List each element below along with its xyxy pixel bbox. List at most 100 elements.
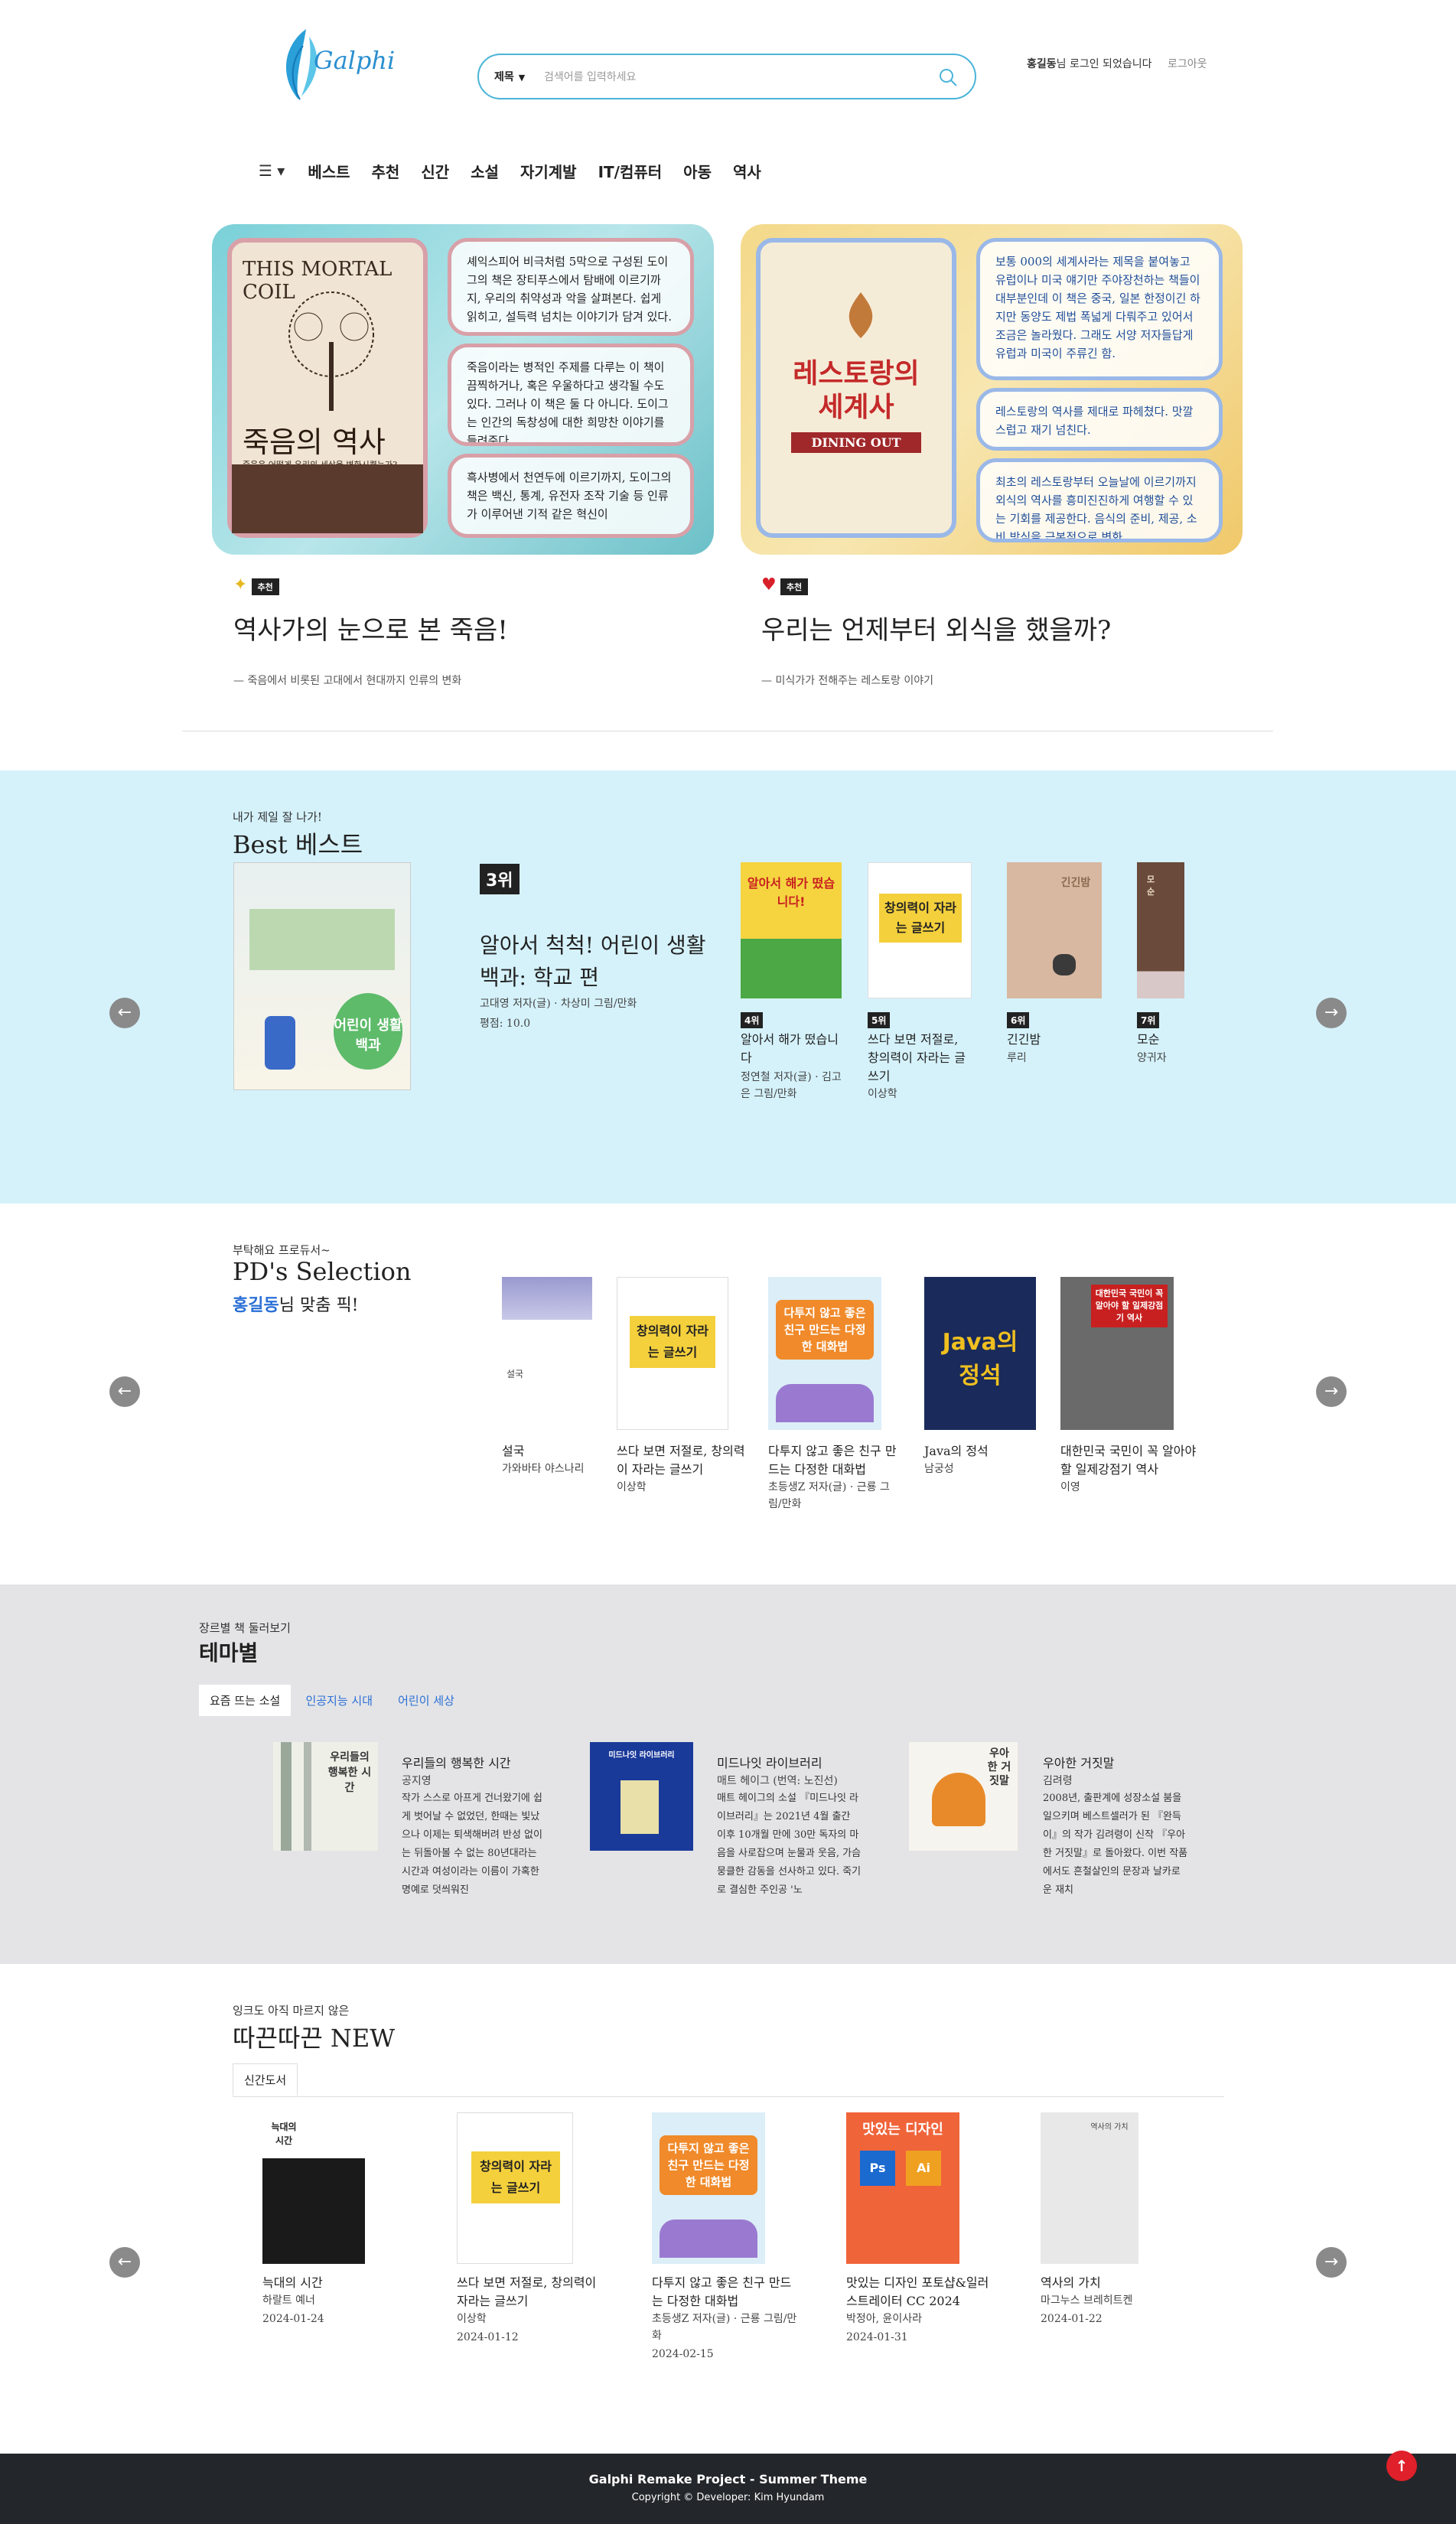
login-status: 홍길동님 로그인 되었습니다 (1027, 56, 1151, 71)
search-icon[interactable] (936, 66, 959, 89)
arrow-right-icon[interactable]: → (1316, 1376, 1347, 1407)
book-cover[interactable]: 우아한 거짓말 (909, 1742, 1018, 1851)
featured-book-title[interactable]: 알아서 척척! 어린이 생활백과: 학교 편 (480, 930, 717, 994)
search-type-select[interactable]: 제목 ▼ (494, 69, 525, 84)
book-title[interactable]: 모순 (1137, 1031, 1159, 1049)
featured-book-cover[interactable]: 어린이 생활백과 (233, 862, 411, 1090)
nav-item-it[interactable]: IT/컴퓨터 (598, 160, 663, 182)
book-title[interactable]: 설국 (502, 1442, 524, 1461)
cover-text: 다투지 않고 좋은 친구 만드는 다정한 대화법 (660, 2135, 757, 2195)
nav-item-novel[interactable]: 소설 (471, 160, 499, 182)
book-cover[interactable]: 긴긴밤 (1007, 862, 1102, 998)
tab-new-books[interactable]: 신간도서 (233, 2063, 298, 2096)
tab-ai-era[interactable]: 인공지능 시대 (295, 1685, 383, 1716)
book-author: 마그누스 브레히트켄 (1041, 2294, 1133, 2307)
cover-text: 대한민국 국민이 꼭 알아야 할 일제강점기 역사 (1091, 1285, 1168, 1327)
tree-illustration (304, 1742, 311, 1851)
book-title[interactable]: 쓰다 보면 저절로, 창의력이 자라는 글쓰기 (617, 1442, 751, 1479)
nav-item-recommend[interactable]: 추천 (372, 160, 400, 182)
recommend-badge: 추천 (780, 578, 809, 595)
review-bubble: 흑사병에서 천연두에 이르기까지, 도이그의 책은 백신, 통계, 유전자 조작… (448, 454, 694, 538)
theme-section: 장르별 책 둘러보기 테마별 요즘 뜨는 소설 인공지능 시대 어린이 세상 우… (0, 1584, 1456, 1964)
nav-item-self-help[interactable]: 자기계발 (520, 160, 577, 182)
book-cover[interactable]: 다투지 않고 좋은 친구 만드는 다정한 대화법 (768, 1277, 881, 1430)
nav-item-history[interactable]: 역사 (733, 160, 761, 182)
arrow-left-icon[interactable]: ← (109, 1376, 140, 1407)
hamburger-icon[interactable]: ☰ ▾ (259, 161, 285, 180)
review-bubble: 셰익스피어 비극처럼 5막으로 구성된 도이그의 책은 장티푸스에서 탐배에 이… (448, 238, 694, 336)
cover-text: 역사의 가치 (1090, 2123, 1129, 2132)
playground-illustration (249, 909, 395, 970)
book-title[interactable]: 늑대의 시간 (262, 2274, 323, 2292)
book-cover[interactable]: Java의 정석 (924, 1277, 1036, 1430)
book-cover[interactable]: 알아서 해가 떴습니다! (741, 862, 842, 998)
book-description: 작가 스스로 아프게 건너왔기에 쉽게 벗어날 수 없었던, 한때는 빛났으나 … (402, 1793, 542, 1896)
cover-text: 어린이 생활백과 (334, 993, 402, 1070)
book-cover[interactable]: 모순 (1137, 862, 1184, 998)
book-title[interactable]: 맛있는 디자인 포토샵&일러스트레이터 CC 2024 (846, 2274, 999, 2311)
book-author: 양귀자 (1137, 1052, 1167, 1064)
book-cover[interactable]: 늑대의 시간 (262, 2112, 365, 2264)
book-title[interactable]: 역사의 가치 (1041, 2274, 1101, 2292)
arrow-left-icon[interactable]: ← (109, 2247, 140, 2278)
snow-illustration (502, 1277, 592, 1320)
book-cover[interactable]: 대한민국 국민이 꼭 알아야 할 일제강점기 역사 (1060, 1277, 1174, 1430)
illustrator-icon: Ai (906, 2151, 941, 2186)
book-title[interactable]: 다투지 않고 좋은 친구 만드는 다정한 대화법 (768, 1442, 903, 1479)
cover-text: 늑대의 시간 (271, 2122, 297, 2146)
search-input[interactable] (544, 64, 911, 90)
logout-link[interactable]: 로그아웃 (1168, 56, 1207, 71)
arrow-left-icon[interactable]: ← (109, 998, 140, 1028)
hero-title[interactable]: 역사가의 눈으로 본 죽음! (233, 609, 508, 646)
book-cover[interactable]: 창의력이 자라는 글쓰기 (868, 862, 972, 998)
book-title[interactable]: 미드나잇 라이브러리 (717, 1754, 862, 1773)
book-cover[interactable]: 다투지 않고 좋은 친구 만드는 다정한 대화법 (652, 2112, 765, 2264)
review-bubble: 레스토랑의 역사를 제대로 파헤쳤다. 맛깔스럽고 재기 넘친다. (976, 388, 1223, 451)
book-date: 2024-01-31 (846, 2331, 908, 2343)
book-title[interactable]: 쓰다 보면 저절로, 창의력이 자라는 글쓰기 (868, 1031, 972, 1086)
book-author: 김려령 (1043, 1775, 1073, 1787)
footer-project: Galphi Remake Project - Summer Theme (588, 2472, 868, 2487)
book-title[interactable]: 긴긴밤 (1007, 1031, 1041, 1049)
book-cover[interactable]: 설국 (502, 1277, 592, 1430)
book-title[interactable]: 우아한 거짓말 (1043, 1754, 1188, 1773)
book-cover[interactable]: 창의력이 자라는 글쓰기 (617, 1277, 728, 1430)
book-title[interactable]: 알아서 해가 떴습니다 (741, 1031, 845, 1067)
tab-kids-world[interactable]: 어린이 세상 (387, 1685, 465, 1716)
hero-title[interactable]: 우리는 언제부터 외식을 했을까? (761, 609, 1111, 646)
arrow-right-icon[interactable]: → (1316, 2247, 1347, 2278)
nav-item-kids[interactable]: 아동 (683, 160, 712, 182)
book-title[interactable]: 쓰다 보면 저절로, 창의력이 자라는 글쓰기 (457, 2274, 602, 2311)
book-author: 초등생Z 저자(글) · 근룡 그림/만화 (652, 2313, 797, 2342)
book-author: 가와바타 야스나리 (502, 1463, 585, 1475)
review-bubble: 죽음이라는 병적인 주제를 다루는 이 책이 끔찍하거나, 혹은 우울하다고 생… (448, 344, 694, 446)
rank-badge: 6위 (1007, 1012, 1030, 1028)
login-suffix: 님 로그인 되었습니다 (1056, 58, 1152, 70)
logo[interactable]: Galphi (275, 23, 398, 111)
nav-item-best[interactable]: 베스트 (308, 160, 350, 182)
user-name: 홍길동 (233, 1295, 279, 1315)
book-cover[interactable]: 창의력이 자라는 글쓰기 (457, 2112, 573, 2264)
book-cover[interactable]: 역사의 가치 (1041, 2112, 1138, 2264)
site-footer: Galphi Remake Project - Summer Theme Cop… (0, 2454, 1456, 2524)
nav-item-new[interactable]: 신간 (421, 160, 449, 182)
book-cover[interactable]: 우리들의 행복한 시간 (273, 1742, 378, 1851)
tab-trending-novel[interactable]: 요즘 뜨는 소설 (199, 1685, 292, 1716)
hero-cover-en-title: DINING OUT (791, 432, 921, 453)
book-title[interactable]: 대한민국 국민이 꼭 알아야 할 일제강점기 역사 (1060, 1442, 1198, 1479)
arrow-right-icon[interactable]: → (1316, 998, 1347, 1028)
cover-text: 창의력이 자라는 글쓰기 (471, 2151, 560, 2203)
new-books-section: 잉크도 아직 마르지 않은 따끈따끈 NEW 신간도서 늑대의 시간 창의력이 … (0, 1964, 1456, 2454)
arrow-up-icon[interactable]: ↑ (1386, 2451, 1417, 2481)
book-title[interactable]: 다투지 않고 좋은 친구 만드는 다정한 대화법 (652, 2274, 797, 2311)
section-title: 따끈따끈 NEW (233, 2024, 396, 2053)
hero-cover-footer (232, 464, 423, 533)
child-illustration (265, 1016, 295, 1070)
book-title[interactable]: Java의 정석 (924, 1442, 989, 1461)
hero-banner-2[interactable]: 레스토랑의 세계사 DINING OUT 보통 000의 세계사라는 제목을 붙… (741, 224, 1243, 555)
book-cover[interactable]: 미드나잇 라이브러리 (590, 1742, 693, 1851)
book-title[interactable]: 우리들의 행복한 시간 (402, 1754, 547, 1773)
hero-banner-1[interactable]: THIS MORTAL COIL 죽음의 역사 죽음은 어떻게 우리의 세상을 … (212, 224, 714, 555)
book-cover[interactable]: 맛있는 디자인 Ps Ai (846, 2112, 959, 2264)
user-name: 홍길동 (1027, 58, 1057, 70)
